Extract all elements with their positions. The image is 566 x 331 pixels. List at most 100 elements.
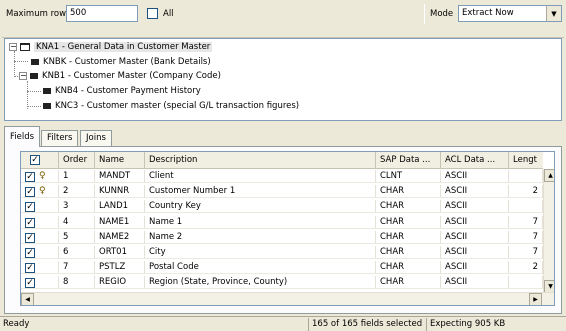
row-checkbox[interactable]: ✓ bbox=[25, 232, 35, 243]
row-select-cell: ✓ bbox=[21, 276, 59, 290]
tab-fields[interactable]: Fields bbox=[4, 126, 41, 147]
tree-node-knb1[interactable]: − KNB1 - Customer Master (Company Code) bbox=[19, 71, 221, 81]
scroll-left-icon[interactable]: ◀ bbox=[21, 293, 34, 305]
tree-node-knb4[interactable]: KNB4 - Customer Payment History bbox=[43, 86, 201, 96]
column-header-length-label: Lengt bbox=[513, 155, 537, 165]
tree-node-knbk[interactable]: KNBK - Customer Master (Bank Details) bbox=[31, 57, 211, 67]
table-row[interactable]: ✓ ♀ 2 KUNNR Customer Number 1 CHAR ASCII 2 bbox=[21, 185, 543, 199]
tree-node-label: KNB1 - Customer Master (Company Code) bbox=[42, 71, 221, 81]
status-selected-count: 165 of 165 fields selected bbox=[308, 318, 426, 331]
horizontal-scrollbar[interactable]: ◀ ▶ bbox=[21, 292, 554, 305]
table-icon bbox=[30, 73, 38, 79]
cell-name: ORT01 bbox=[95, 246, 145, 259]
mode-select-value: Extract Now bbox=[462, 8, 514, 18]
cell-len bbox=[509, 170, 543, 183]
table-row[interactable]: ✓ 4 NAME1 Name 1 CHAR ASCII 7 bbox=[21, 215, 543, 229]
cell-name: LAND1 bbox=[95, 200, 145, 214]
row-checkbox[interactable]: ✓ bbox=[25, 202, 35, 213]
status-bar: Ready 165 of 165 fields selected Expecti… bbox=[0, 316, 566, 331]
mode-label: Mode bbox=[430, 9, 454, 19]
cell-order: 2 bbox=[59, 185, 95, 199]
cell-len bbox=[509, 200, 543, 214]
cell-len: 7 bbox=[509, 246, 543, 259]
cell-sap: CHAR bbox=[376, 200, 441, 214]
cell-name: NAME1 bbox=[95, 215, 145, 229]
column-header-sap-data-type[interactable]: SAP Data ... bbox=[376, 152, 441, 169]
cell-sap: CHAR bbox=[376, 230, 441, 244]
row-checkbox[interactable]: ✓ bbox=[25, 248, 35, 258]
cell-acl: ASCII bbox=[441, 200, 509, 214]
all-label: All bbox=[163, 9, 174, 19]
cell-order: 6 bbox=[59, 246, 95, 259]
collapse-icon[interactable]: − bbox=[19, 72, 27, 80]
cell-sap: CHAR bbox=[376, 185, 441, 199]
cell-sap: CHAR bbox=[376, 246, 441, 259]
row-select-cell: ✓ bbox=[21, 246, 59, 259]
cell-sap: CHAR bbox=[376, 261, 441, 275]
collapse-icon[interactable]: − bbox=[9, 43, 17, 51]
cell-order: 7 bbox=[59, 261, 95, 275]
scroll-right-icon[interactable]: ▶ bbox=[529, 293, 542, 305]
fields-grid: ✓ Order Name Description SAP Data ... AC… bbox=[20, 151, 555, 306]
table-tree: − KNA1 - General Data in Customer Master… bbox=[4, 38, 562, 121]
table-icon bbox=[31, 59, 39, 65]
all-checkbox[interactable] bbox=[147, 8, 158, 19]
cell-acl: ASCII bbox=[441, 185, 509, 199]
max-rows-label: Maximum rows bbox=[6, 9, 71, 19]
tree-node-label: KNBK - Customer Master (Bank Details) bbox=[43, 57, 211, 67]
cell-order: 4 bbox=[59, 215, 95, 229]
table-icon bbox=[20, 43, 30, 51]
cell-len: 2 bbox=[509, 261, 543, 275]
chevron-down-icon[interactable]: ▼ bbox=[546, 6, 561, 21]
column-header-length[interactable]: Lengt bbox=[509, 152, 543, 169]
cell-acl: ASCII bbox=[441, 170, 509, 183]
cell-desc: Country Key bbox=[145, 200, 376, 214]
toolbar: Maximum rows 500 All Mode Extract Now ▼ bbox=[2, 2, 564, 38]
cell-desc: Postal Code bbox=[145, 261, 376, 275]
cell-len: 7 bbox=[509, 230, 543, 244]
cell-len bbox=[509, 276, 543, 290]
column-header-acl-data-type[interactable]: ACL Data ... bbox=[441, 152, 509, 169]
row-select-cell: ✓ ♀ bbox=[21, 185, 59, 199]
cell-name: MANDT bbox=[95, 170, 145, 183]
table-row[interactable]: ✓ 7 PSTLZ Postal Code CHAR ASCII 2 bbox=[21, 261, 543, 275]
cell-name: PSTLZ bbox=[95, 261, 145, 275]
table-row[interactable]: ✓ 8 REGIO Region (State, Province, County) C… bbox=[21, 276, 543, 290]
toolbar-divider bbox=[424, 4, 425, 24]
cell-desc: Client bbox=[145, 170, 376, 183]
table-icon bbox=[43, 103, 51, 109]
select-all-header[interactable]: ✓ bbox=[21, 152, 59, 169]
cell-sap: CHAR bbox=[376, 276, 441, 290]
tree-node-label: KNC3 - Customer master (special G/L tran… bbox=[55, 101, 300, 111]
max-rows-input[interactable]: 500 bbox=[66, 5, 138, 22]
column-header-name[interactable]: Name bbox=[95, 152, 145, 169]
column-header-description[interactable]: Description bbox=[145, 152, 376, 169]
row-checkbox[interactable]: ✓ bbox=[25, 278, 35, 289]
table-row[interactable]: ✓ ♀ 1 MANDT Client CLNT ASCII bbox=[21, 170, 543, 183]
tab-filters[interactable]: Filters bbox=[41, 130, 79, 146]
cell-desc: Name 1 bbox=[145, 215, 376, 229]
tree-node-kna1[interactable]: − KNA1 - General Data in Customer Master bbox=[9, 42, 213, 52]
table-row[interactable]: ✓ 3 LAND1 Country Key CHAR ASCII bbox=[21, 200, 543, 214]
row-checkbox[interactable]: ✓ bbox=[25, 263, 35, 274]
scroll-up-icon[interactable]: ▲ bbox=[544, 169, 554, 182]
mode-select[interactable]: Extract Now ▼ bbox=[458, 5, 562, 22]
cell-len: 7 bbox=[509, 215, 543, 229]
row-select-cell: ✓ bbox=[21, 215, 59, 229]
column-header-order[interactable]: Order bbox=[59, 152, 95, 169]
vertical-scrollbar[interactable]: ▲ ▼ bbox=[543, 169, 554, 293]
cell-desc: City bbox=[145, 246, 376, 259]
tab-joins[interactable]: Joins bbox=[80, 130, 112, 146]
cell-acl: ASCII bbox=[441, 276, 509, 290]
row-checkbox[interactable]: ✓ bbox=[25, 172, 35, 182]
tree-node-knc3[interactable]: KNC3 - Customer master (special G/L tran… bbox=[43, 101, 299, 111]
key-icon: ♀ bbox=[39, 171, 46, 181]
cell-desc: Customer Number 1 bbox=[145, 185, 376, 199]
select-all-checkbox[interactable]: ✓ bbox=[30, 155, 40, 165]
row-checkbox[interactable]: ✓ bbox=[25, 187, 35, 198]
row-select-cell: ✓ bbox=[21, 261, 59, 275]
table-row[interactable]: ✓ 5 NAME2 Name 2 CHAR ASCII 7 bbox=[21, 230, 543, 244]
row-checkbox[interactable]: ✓ bbox=[25, 217, 35, 228]
table-row[interactable]: ✓ 6 ORT01 City CHAR ASCII 7 bbox=[21, 246, 543, 259]
cell-name: NAME2 bbox=[95, 230, 145, 244]
